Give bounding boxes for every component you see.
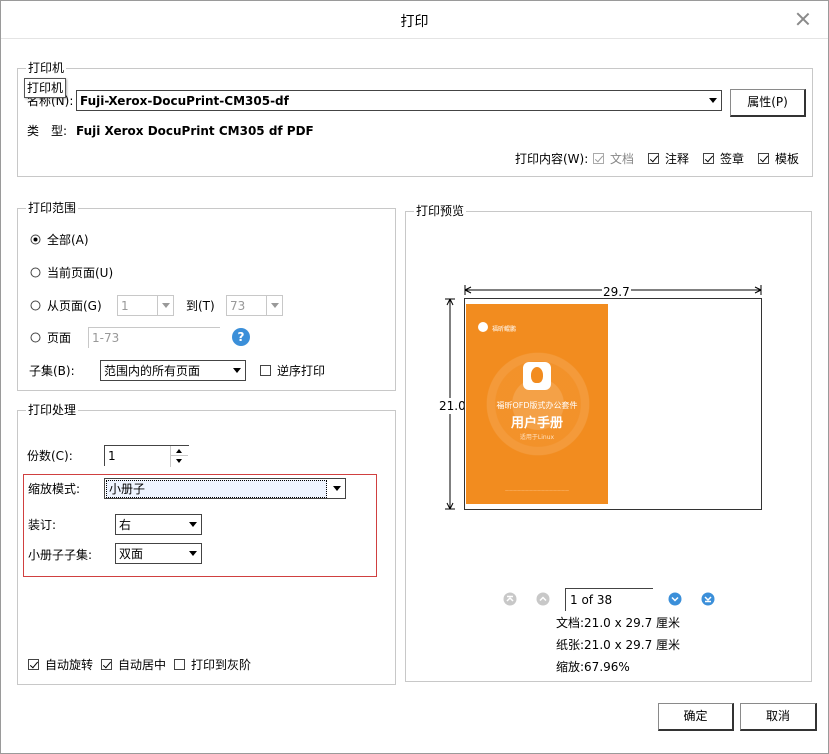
print-dialog: 打印 打印机 名称(N): 打印机 Fuji-Xerox-DocuPrint-C… (0, 0, 829, 754)
paper-size-info: 纸张:21.0 x 29.7 厘米 (556, 638, 681, 652)
page-number-input[interactable]: 1 of 38 (565, 588, 653, 611)
page-indicator: 1 of 38 (570, 593, 613, 607)
chevron-down-icon[interactable] (705, 91, 721, 110)
booklet-subset-select[interactable]: 双面 (115, 543, 202, 564)
auto-rotate-checkbox[interactable] (28, 659, 39, 670)
logo-icon (478, 322, 488, 332)
chevron-up-icon[interactable] (171, 446, 188, 456)
binding-value: 右 (119, 518, 132, 532)
binding-label: 装订: (28, 518, 57, 532)
first-page-icon[interactable] (503, 592, 517, 606)
ofd-emblem-icon (523, 362, 551, 390)
copies-stepper[interactable] (170, 446, 188, 467)
cover-subtitle: 福昕OFD版式办公套件 (496, 401, 578, 410)
subset-label: 子集(B): (29, 364, 75, 378)
booklet-subset-value: 双面 (119, 547, 144, 561)
range-pages-radio[interactable] (30, 332, 41, 343)
content-template-label: 模板 (775, 152, 800, 166)
chevron-down-icon[interactable] (185, 515, 201, 534)
copies-value: 1 (108, 449, 116, 463)
range-to-value: 73 (230, 299, 246, 313)
auto-rotate-label: 自动旋转 (45, 658, 94, 672)
printer-group-label: 打印机 (26, 60, 67, 76)
cancel-button[interactable]: 取消 (740, 703, 817, 731)
chevron-down-icon[interactable] (266, 296, 282, 315)
range-all-label: 全部(A) (47, 233, 89, 247)
preview-page: 福昕鲲鹏 福昕OFD版式办公套件 用户手册 适用于Linux —————————… (464, 298, 762, 510)
content-annotation-label: 注释 (665, 152, 690, 166)
height-dimension-label: 21.0 (439, 398, 466, 414)
zoom-info: 缩放:67.96% (556, 660, 630, 674)
chevron-down-icon[interactable] (229, 361, 245, 380)
last-page-icon[interactable] (701, 592, 715, 606)
printer-name-select[interactable]: Fuji-Xerox-DocuPrint-CM305-df (76, 90, 722, 111)
dialog-title: 打印 (400, 14, 429, 30)
help-icon[interactable]: ? (232, 328, 250, 346)
range-all-radio[interactable] (30, 234, 41, 245)
copies-label: 份数(C): (27, 449, 73, 463)
print-range-label: 打印范围 (26, 200, 79, 216)
print-handling-label: 打印处理 (26, 402, 79, 418)
printer-type-label: 类 型: (27, 124, 68, 138)
content-signature-checkbox[interactable] (703, 153, 714, 164)
subset-select[interactable]: 范围内的所有页面 (100, 360, 246, 381)
grayscale-label: 打印到灰阶 (191, 658, 252, 672)
range-from-radio[interactable] (30, 300, 41, 311)
range-to-label: 到(T) (186, 299, 215, 313)
range-current-label: 当前页面(U) (47, 266, 114, 280)
document-size-info: 文档:21.0 x 29.7 厘米 (556, 616, 681, 630)
range-pages-label: 页面 (47, 331, 72, 345)
scale-mode-label: 缩放模式: (28, 482, 81, 496)
print-preview-label: 打印预览 (414, 203, 467, 219)
range-from-label: 从页面(G) (47, 299, 102, 313)
booklet-cover-image: 福昕鲲鹏 福昕OFD版式办公套件 用户手册 适用于Linux —————————… (466, 304, 608, 504)
printer-type-value: Fuji Xerox DocuPrint CM305 df PDF (76, 124, 314, 138)
binding-select[interactable]: 右 (115, 514, 202, 535)
close-icon[interactable] (794, 10, 812, 28)
cover-title: 用户手册 (510, 416, 563, 431)
booklet-subset-label: 小册子子集: (28, 548, 93, 562)
printer-name-value: Fuji-Xerox-DocuPrint-CM305-df (80, 94, 289, 108)
range-from-select[interactable]: 1 (117, 295, 174, 316)
range-current-radio[interactable] (30, 267, 41, 278)
grayscale-checkbox[interactable] (174, 659, 185, 670)
content-document-checkbox[interactable] (593, 153, 604, 164)
reverse-print-checkbox[interactable] (260, 365, 271, 376)
auto-center-checkbox[interactable] (101, 659, 112, 670)
content-signature-label: 签章 (720, 152, 745, 166)
title-bar: 打印 (1, 1, 828, 39)
chevron-down-icon[interactable] (185, 544, 201, 563)
cover-os: 适用于Linux (519, 434, 555, 441)
range-to-select[interactable]: 73 (226, 295, 283, 316)
tooltip: 打印机 (24, 78, 67, 98)
next-page-icon[interactable] (668, 592, 682, 606)
chevron-down-icon[interactable] (171, 456, 188, 466)
ok-button[interactable]: 确定 (658, 703, 734, 731)
scale-mode-select[interactable]: 小册子 (104, 478, 346, 499)
range-pages-input[interactable]: 1-73 (88, 327, 220, 348)
range-pages-placeholder: 1-73 (92, 331, 120, 345)
chevron-down-icon[interactable] (329, 479, 345, 498)
chevron-down-icon[interactable] (157, 296, 173, 315)
cover-footer-line: ———————————————— (505, 488, 569, 493)
print-content-label: 打印内容(W): (515, 152, 589, 166)
auto-center-label: 自动居中 (118, 658, 167, 672)
content-document-label: 文档 (610, 152, 635, 166)
reverse-print-label: 逆序打印 (277, 364, 326, 378)
previous-page-icon[interactable] (536, 592, 550, 606)
scale-mode-value: 小册子 (106, 480, 327, 498)
subset-value: 范围内的所有页面 (104, 364, 201, 378)
range-from-value: 1 (121, 299, 129, 313)
properties-button[interactable]: 属性(P) (730, 89, 806, 117)
cover-brand: 福昕鲲鹏 (492, 326, 517, 333)
content-annotation-checkbox[interactable] (648, 153, 659, 164)
content-template-checkbox[interactable] (758, 153, 769, 164)
